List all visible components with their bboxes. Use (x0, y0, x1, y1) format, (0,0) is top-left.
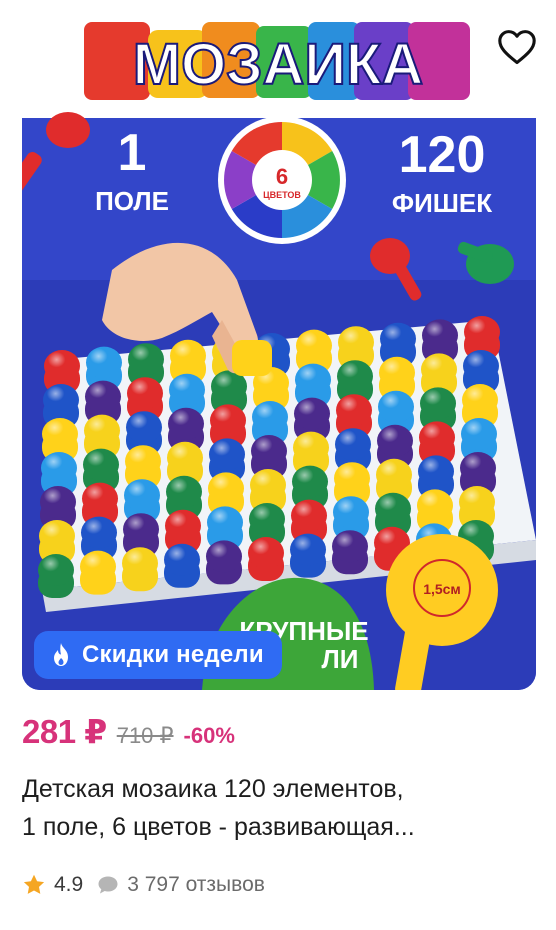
svg-text:ЦВЕТОВ: ЦВЕТОВ (263, 190, 301, 200)
heart-outline-icon (498, 30, 536, 65)
product-title-line-2: 1 поле, 6 цветов - развивающая... (22, 813, 415, 841)
mosaic-peg (80, 550, 116, 595)
mosaic-peg (164, 543, 200, 588)
logo-mozaika: МОЗАИКА (84, 22, 470, 100)
svg-text:1,5см: 1,5см (423, 581, 461, 597)
svg-text:ЛИ: ЛИ (322, 644, 359, 674)
product-title-line-1: Детская мозаика 120 элементов, (22, 775, 404, 803)
reviews-count: 3 797 отзывов (127, 873, 265, 896)
product-photo: МОЗАИКА 1 ПОЛЕ 120 ФИШЕК 6 ЦВЕТОВ 1,5см … (22, 0, 536, 690)
mosaic-peg (38, 554, 74, 598)
badge-120-label: ФИШЕК (392, 188, 492, 218)
favorite-button[interactable] (490, 20, 536, 74)
svg-text:МОЗАИКА: МОЗАИКА (133, 32, 424, 97)
product-title[interactable]: Детская мозаика 120 элементов, 1 поле, 6… (22, 770, 542, 846)
mosaic-peg (332, 530, 368, 575)
price-current: 281 ₽ (22, 713, 107, 750)
mosaic-peg (248, 537, 284, 581)
comment-bubble-icon (97, 875, 119, 895)
badge-1-number: 1 (118, 124, 147, 182)
price-old: 710 ₽ (116, 723, 174, 748)
promo-badge[interactable]: Скидки недели (34, 631, 282, 679)
rating-row[interactable]: 4.9 3 797 отзывов (22, 870, 265, 900)
svg-text:6: 6 (276, 164, 288, 189)
mosaic-peg (122, 547, 158, 592)
rating-value: 4.9 (54, 873, 84, 896)
color-wheel-badge: 6 ЦВЕТОВ (218, 116, 346, 244)
mosaic-peg (206, 540, 242, 585)
mosaic-peg (290, 533, 326, 578)
product-image[interactable]: МОЗАИКА 1 ПОЛЕ 120 ФИШЕК 6 ЦВЕТОВ 1,5см … (22, 0, 536, 690)
price-row: 281 ₽ 710 ₽ -60% (22, 712, 235, 751)
fire-icon (54, 643, 68, 666)
badge-1-label: ПОЛЕ (95, 186, 169, 216)
badge-120-number: 120 (399, 126, 486, 184)
promo-badge-label: Скидки недели (82, 641, 264, 668)
star-icon (22, 873, 46, 897)
discount-badge: -60% (183, 723, 235, 748)
